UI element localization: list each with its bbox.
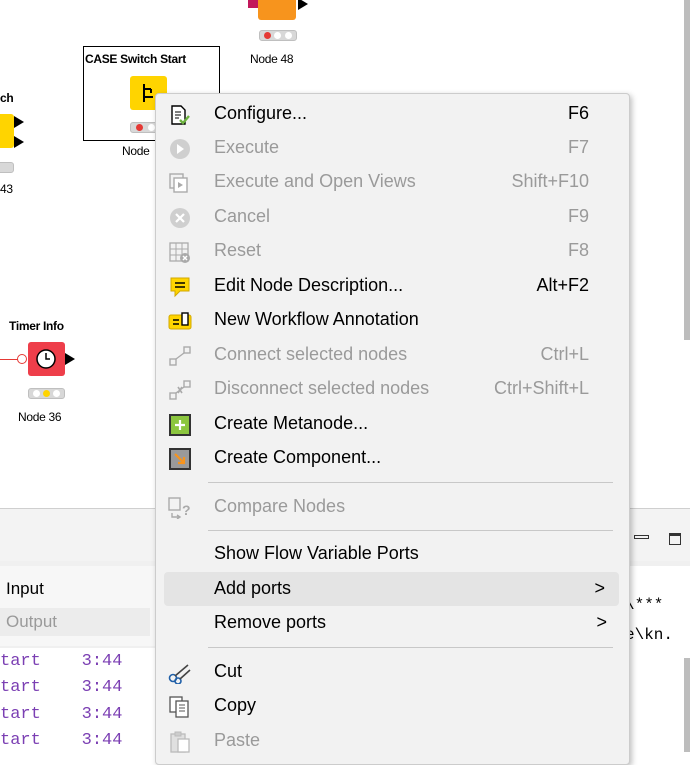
scissors-icon	[168, 662, 192, 685]
svg-text:?: ?	[182, 502, 191, 518]
console-line: tart 3:44	[0, 652, 123, 671]
tab-input[interactable]: Input	[0, 575, 150, 603]
timer-outport	[65, 353, 75, 365]
menu-item-reset[interactable]: Reset F8	[156, 234, 629, 268]
play-icon	[168, 138, 192, 160]
metanode-icon	[168, 414, 192, 436]
reset-icon	[168, 241, 192, 263]
timer-info-node-icon[interactable]	[28, 342, 65, 376]
configure-icon	[168, 104, 192, 126]
menu-item-edit-node-description[interactable]: Edit Node Description... Alt+F2	[156, 269, 629, 303]
console-line: tart 3:44	[0, 731, 123, 750]
menu-item-remove-ports[interactable]: Remove ports >	[156, 606, 629, 640]
console-line: tart 3:44	[0, 705, 123, 724]
menu-item-cut[interactable]: Cut	[156, 655, 629, 689]
menu-separator	[208, 530, 613, 531]
right-text-line: \***	[625, 596, 664, 614]
timer-info-title: Timer Info	[9, 319, 64, 333]
menu-item-copy[interactable]: Copy	[156, 689, 629, 723]
compare-icon: ?	[168, 497, 192, 520]
cancel-icon	[168, 207, 192, 229]
menu-separator	[208, 647, 613, 648]
left-node-outport-1	[14, 116, 24, 128]
menu-item-configure[interactable]: Configure... F6	[156, 97, 629, 131]
right-text-line: e\kn.	[625, 626, 674, 644]
chevron-right-icon: >	[594, 578, 605, 598]
execute-views-icon	[168, 172, 192, 194]
node-context-menu: Configure... F6 Execute F7 Execute and O…	[155, 93, 630, 765]
copy-icon	[168, 696, 192, 718]
canvas-vertical-scrollbar[interactable]	[684, 0, 690, 340]
menu-item-cancel[interactable]: Cancel F9	[156, 200, 629, 234]
menu-item-new-workflow-annotation[interactable]: New Workflow Annotation	[156, 303, 629, 337]
disconnect-icon	[168, 379, 192, 401]
maximize-icon[interactable]	[669, 533, 681, 545]
timer-inport-line	[0, 359, 18, 360]
case-switch-label: Node	[122, 144, 150, 158]
menu-item-paste[interactable]: Paste	[156, 724, 629, 758]
annotation-icon	[168, 310, 192, 332]
menu-item-compare-nodes[interactable]: ? Compare Nodes	[156, 490, 629, 524]
menu-item-execute[interactable]: Execute F7	[156, 131, 629, 165]
menu-item-add-ports[interactable]: Add ports >	[164, 572, 619, 606]
menu-item-create-metanode[interactable]: Create Metanode...	[156, 407, 629, 441]
node-48-outport	[298, 0, 308, 10]
left-node-icon[interactable]	[0, 114, 14, 148]
console-line: tart 3:44	[0, 678, 123, 697]
menu-item-create-component[interactable]: Create Component...	[156, 441, 629, 475]
menu-separator	[208, 482, 613, 483]
menu-item-execute-open-views[interactable]: Execute and Open Views Shift+F10	[156, 165, 629, 199]
timer-inport	[17, 354, 27, 364]
node-48-label: Node 48	[250, 52, 294, 66]
tab-output[interactable]: Output	[0, 608, 150, 636]
left-node-status	[0, 162, 14, 173]
node-48-inport	[248, 0, 258, 8]
node-48-status	[259, 30, 297, 41]
description-icon	[168, 276, 192, 298]
menu-item-show-flow-variable-ports[interactable]: Show Flow Variable Ports	[156, 537, 629, 571]
paste-icon	[168, 731, 192, 753]
component-icon	[168, 448, 192, 470]
timer-status	[28, 388, 65, 399]
right-text-panel: \*** e\kn.	[625, 566, 690, 752]
right-panel-scrollbar[interactable]	[684, 658, 690, 752]
node-48-icon[interactable]	[258, 0, 296, 20]
menu-item-connect-selected-nodes[interactable]: Connect selected nodes Ctrl+L	[156, 338, 629, 372]
connect-icon	[168, 345, 192, 367]
menu-item-disconnect-selected-nodes[interactable]: Disconnect selected nodes Ctrl+Shift+L	[156, 372, 629, 406]
port-tab-list: Input Output	[0, 566, 159, 646]
left-node-outport-2	[14, 136, 24, 148]
left-node-title: ch	[0, 91, 14, 105]
minimize-icon[interactable]	[634, 535, 649, 539]
case-switch-title: CASE Switch Start	[85, 52, 186, 66]
left-node-label: 43	[0, 182, 13, 196]
chevron-right-icon: >	[596, 612, 607, 632]
timer-info-label: Node 36	[18, 410, 62, 424]
console-output: tart 3:44 tart 3:44 tart 3:44 tart 3:44	[0, 648, 160, 752]
